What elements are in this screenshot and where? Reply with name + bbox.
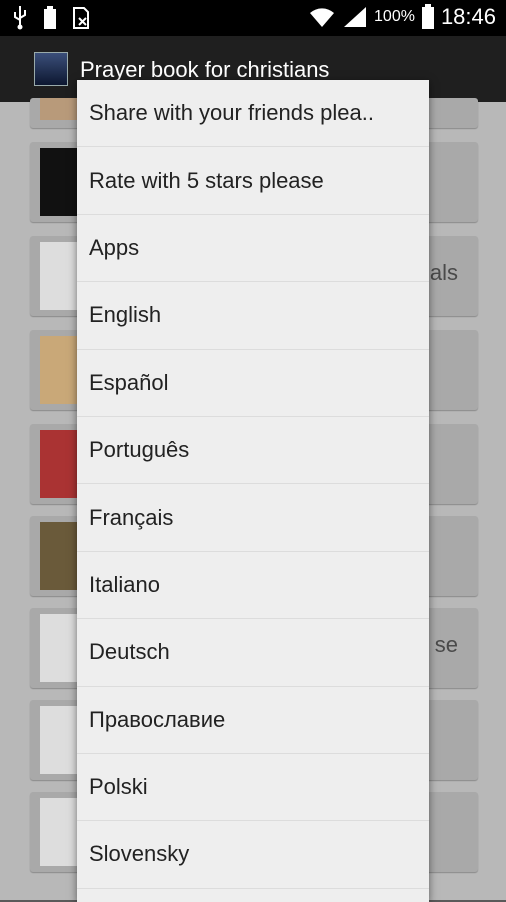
wifi-icon: [310, 8, 335, 27]
menu-item-rate[interactable]: Rate with 5 stars please: [77, 147, 429, 215]
list-item-thumbnail: [40, 430, 80, 498]
menu-item-slovensky[interactable]: Slovensky: [77, 821, 429, 889]
share-icon: [40, 614, 80, 682]
status-bar: 100% 18:46: [0, 0, 506, 36]
menu-item-share[interactable]: Share with your friends plea..: [77, 80, 429, 148]
menu-item-english[interactable]: English: [77, 282, 429, 350]
menu-item-francais[interactable]: Français: [77, 484, 429, 552]
signal-icon: [344, 7, 367, 27]
list-item-thumbnail: [40, 148, 80, 216]
menu-item-pravoslavie[interactable]: Православие: [77, 687, 429, 754]
sd-card-icon: [73, 7, 89, 29]
list-item-label: als: [429, 260, 458, 285]
app-icon[interactable]: [34, 52, 68, 86]
list-item-label: se: [434, 632, 458, 657]
battery-percent: 100%: [374, 8, 415, 25]
menu-item-portugues[interactable]: Português: [77, 417, 429, 485]
list-item-thumbnail: [40, 98, 80, 120]
menu-item-apps[interactable]: Apps: [77, 215, 429, 283]
usb-icon: [14, 6, 26, 30]
list-item-thumbnail: [40, 522, 80, 590]
overflow-menu: Share with your friends plea.. Rate with…: [77, 80, 429, 902]
clock: 18:46: [440, 4, 496, 29]
gear-icon: [40, 798, 80, 866]
stars-icon: [40, 706, 80, 774]
list-item-thumbnail: [40, 336, 80, 404]
list-item-thumbnail: [40, 242, 80, 310]
menu-item-espanol[interactable]: Español: [77, 350, 429, 417]
battery-notification-icon: [44, 6, 56, 29]
battery-icon: [421, 4, 434, 29]
menu-item-polski[interactable]: Polski: [77, 754, 429, 822]
menu-item-deutsch[interactable]: Deutsch: [77, 619, 429, 687]
menu-item-italiano[interactable]: Italiano: [77, 552, 429, 620]
